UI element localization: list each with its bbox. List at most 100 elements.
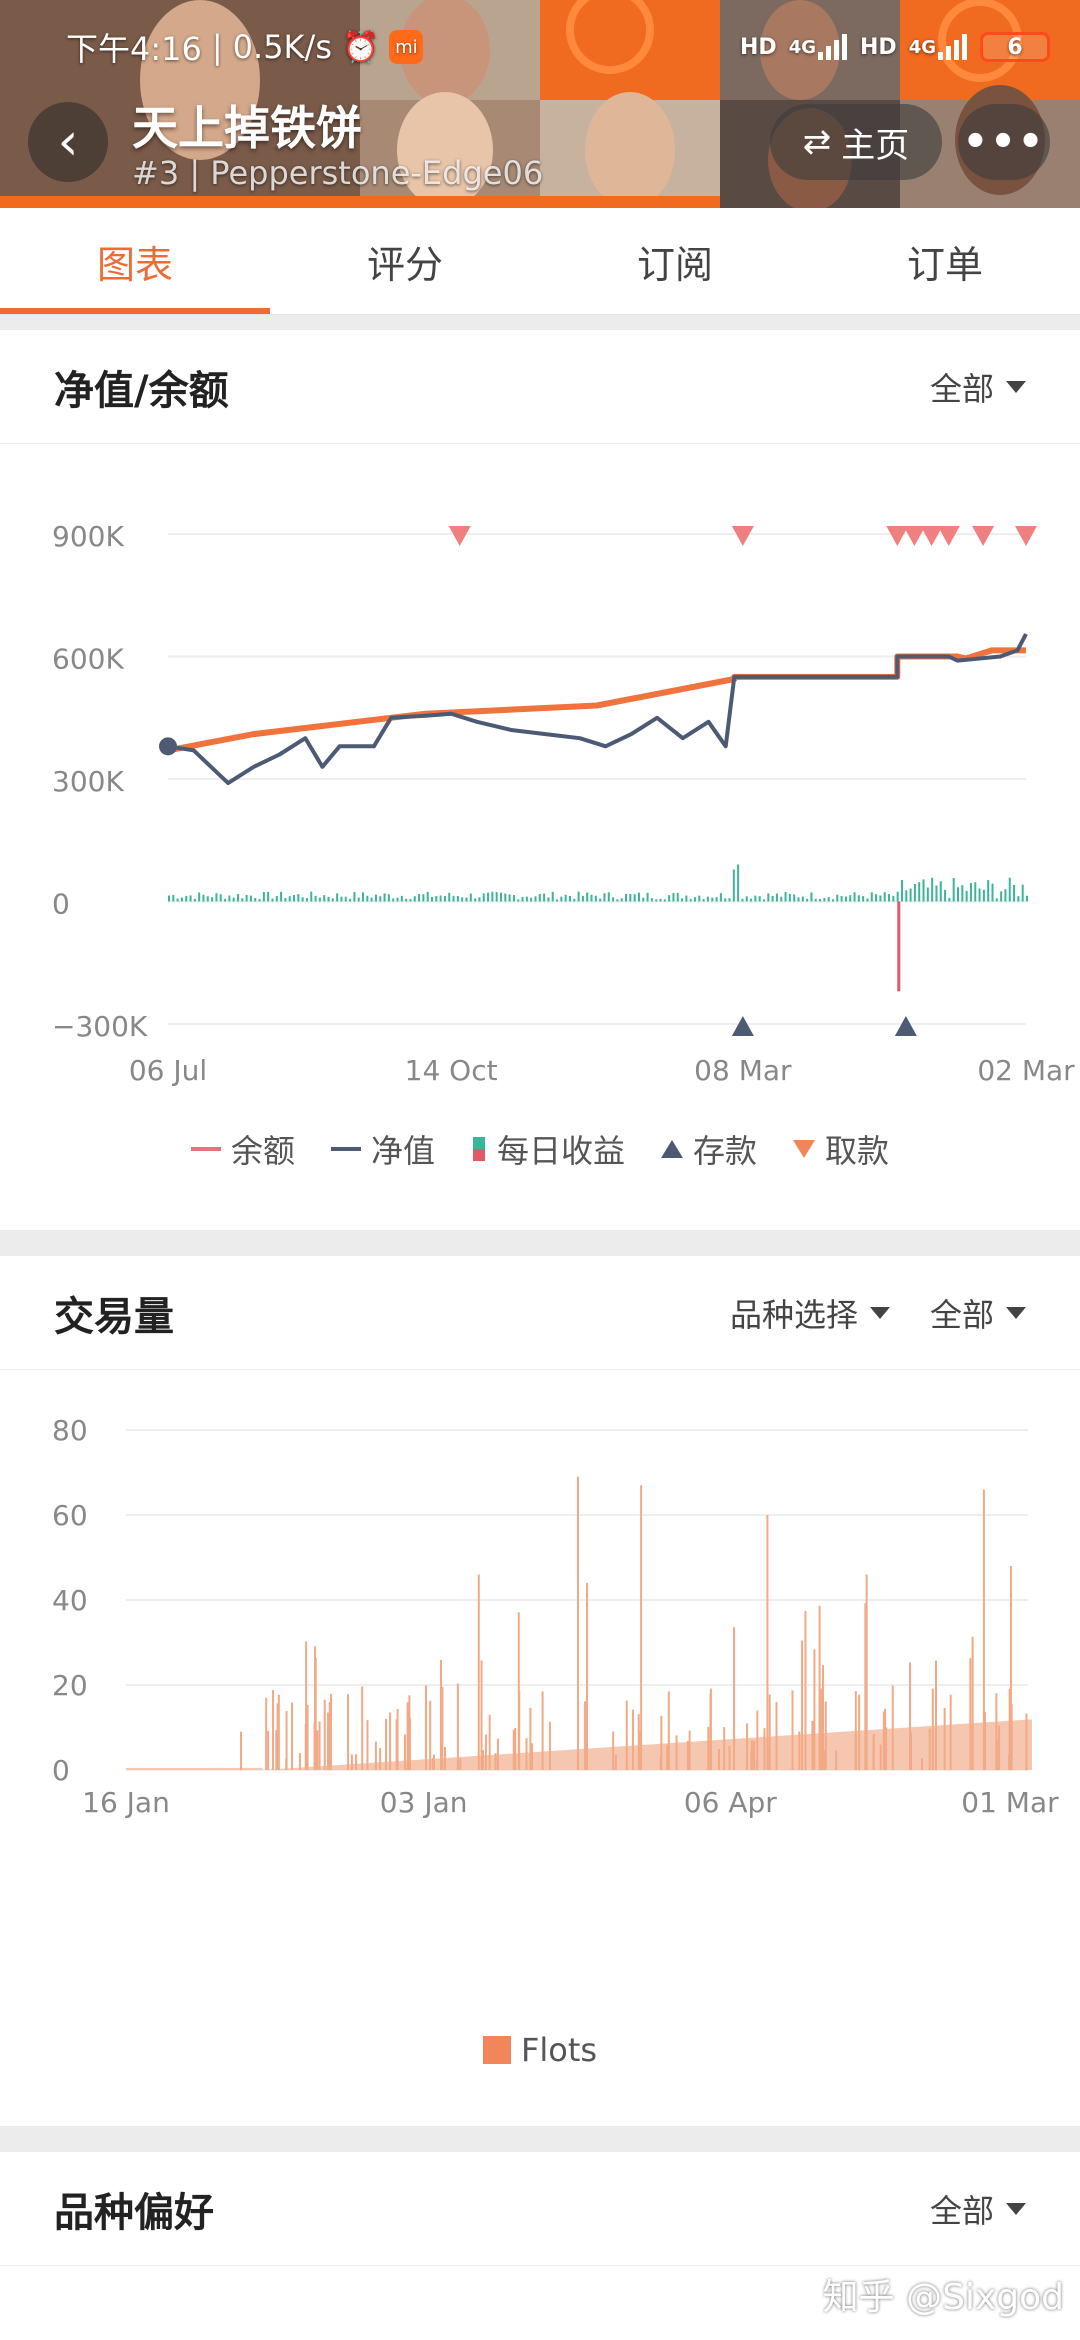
volume-base-bar [1003,1721,1008,1770]
range-filter-dropdown[interactable]: 全部 [930,364,1026,410]
volume-base-bar [164,1767,169,1770]
alarm-icon: ⏰ [341,29,380,65]
volume-base-bar [293,1767,298,1770]
daily-profit-bar [224,898,227,902]
volume-base-bar [220,1767,225,1770]
volume-legend: Flots [0,2010,1080,2090]
daily-profit-bar [620,898,623,902]
daily-profit-bar [534,896,537,902]
tab-rating[interactable]: 评分 [270,208,540,314]
volume-base-bar [975,1722,980,1770]
deposit-marker [731,1016,754,1036]
volume-spike-bar [488,1714,491,1770]
volume-base-bar [742,1738,747,1770]
volume-base-bar [192,1767,197,1770]
volume-base-bar [153,1767,158,1770]
volume-spike-bar [441,1686,444,1770]
volume-base-bar [362,1763,367,1770]
volume-base-bar [651,1744,656,1770]
back-button[interactable]: ‹ [28,102,108,182]
volume-spike-bar [408,1718,411,1770]
tab-orders[interactable]: 订单 [810,208,1080,314]
daily-profit-bar [280,891,283,902]
volume-base-bar [571,1749,576,1770]
caret-down-icon [1006,1306,1026,1319]
daily-profit-bar [892,895,895,902]
daily-profit-bar [625,893,628,902]
daily-profit-bar [957,887,960,902]
volume-spike-bar [865,1574,868,1770]
volume-base-bar [923,1726,928,1770]
legend-equity[interactable]: 净值 [330,1126,435,1172]
daily-profit-bars [168,864,1028,902]
daily-profit-bar [702,898,705,902]
daily-profit-bar [232,897,235,902]
volume-spike-bar [660,1715,663,1770]
volume-spike-bar [477,1574,480,1770]
daily-profit-bar [547,897,550,902]
volume-base-bar [777,1735,782,1770]
volume-spike-bar [686,1740,689,1770]
card-title: 净值/余额 [54,367,229,414]
daily-profit-bar [918,882,921,902]
daily-profit-bar [944,889,947,902]
bar-swatch-icon [472,1137,485,1161]
symbol-filter-dropdown[interactable]: 品种选择 [730,1290,890,1336]
daily-profit-bar [284,897,287,902]
volume-spike-bar [541,1691,544,1770]
home-button[interactable]: ⇄ 主页 [770,104,942,180]
volume-base-bar [902,1727,907,1770]
tab-subscribe[interactable]: 订阅 [540,208,810,314]
legend-daily-profit[interactable]: 每日收益 [471,1126,625,1172]
withdrawal-marker [920,526,943,546]
daily-profit-bar [336,893,339,902]
volume-base-bar [655,1744,660,1770]
volume-base-bar [780,1735,785,1770]
volume-base-bar [411,1760,416,1770]
withdrawal-marker [903,526,926,546]
daily-profit-bar [538,894,541,902]
daily-profit-bar [724,898,727,902]
volume-spike-bar [1025,1713,1028,1770]
daily-profit-bar [418,894,421,902]
triangle-down-icon [793,1140,816,1158]
daily-profit-bar [189,895,192,902]
volume-base-bar [669,1743,674,1770]
daily-profit-bar [810,892,813,902]
daily-profit-bar [560,896,563,902]
volume-spike-bar [798,1731,801,1770]
tab-chart[interactable]: 图表 [0,208,270,314]
range-filter-dropdown[interactable]: 全部 [930,2186,1026,2232]
volume-spike-bar [484,1734,487,1770]
volume-base-bar [279,1768,284,1770]
daily-profit-bar [840,895,843,902]
volume-base-bar [679,1742,684,1770]
daily-profit-bar [431,896,434,902]
daily-profit-bar [758,896,761,902]
daily-profit-bar [1026,895,1028,902]
legend-flots[interactable]: Flots [482,2031,597,2069]
volume-spike-bar [318,1721,321,1770]
more-button[interactable]: ••• [958,104,1050,180]
tab-label: 评分 [366,242,443,287]
volume-spike-bar [316,1730,319,1770]
daily-profit-bar [271,898,274,902]
volume-spike-bar [872,1736,875,1770]
legend-deposit[interactable]: 存款 [661,1126,757,1172]
daily-profit-bar [413,896,416,902]
daily-profit-bar [487,892,490,902]
mi-icon: mi [389,30,424,64]
volume-spike-bar [882,1711,885,1770]
volume-base-bar [568,1749,573,1770]
range-filter-dropdown[interactable]: 全部 [930,1290,1026,1336]
volume-bars [126,1476,1032,1770]
volume-spike-bar [920,1758,923,1770]
daily-profit-bar [857,895,860,902]
line-swatch-icon [190,1147,221,1151]
daily-profit-bar [521,896,524,902]
volume-spike-bar [374,1741,377,1770]
legend-balance[interactable]: 余额 [190,1126,295,1172]
volume-spike-bar [982,1489,985,1770]
daily-profit-bar [650,898,653,902]
legend-withdrawal[interactable]: 取款 [793,1126,889,1172]
